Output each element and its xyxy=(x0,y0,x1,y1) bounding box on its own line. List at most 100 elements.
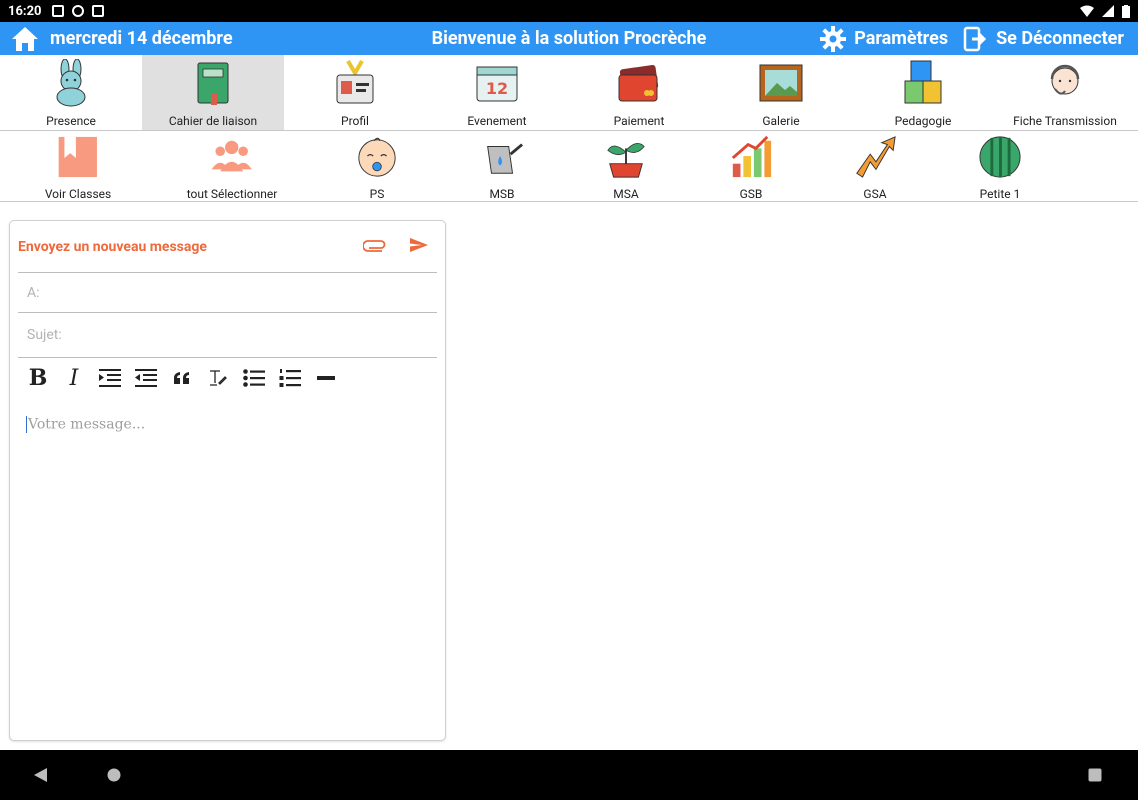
outdent-button[interactable] xyxy=(128,364,164,392)
back-icon[interactable] xyxy=(34,768,48,782)
paperclip-icon xyxy=(362,240,386,252)
settings-label: Paramètres xyxy=(854,28,949,49)
svg-text:12: 12 xyxy=(486,79,508,98)
watering-can-icon xyxy=(487,143,524,174)
blockquote-button[interactable] xyxy=(164,364,200,392)
outdent-icon xyxy=(135,369,157,387)
clear-format-icon xyxy=(210,370,227,386)
editor-toolbar: B I xyxy=(20,364,344,392)
notebook-icon xyxy=(197,62,229,105)
class-item-label: MSA xyxy=(613,187,639,201)
horizontal-rule-button[interactable] xyxy=(308,364,344,392)
nav-item-cahier-de-liaison[interactable]: Cahier de liaison xyxy=(142,55,284,130)
baby-face-icon xyxy=(358,137,396,177)
current-date: mercredi 14 décembre xyxy=(50,28,233,49)
bold-button[interactable]: B xyxy=(20,364,56,392)
italic-button[interactable]: I xyxy=(56,364,92,392)
class-item-label: Voir Classes xyxy=(44,187,112,201)
nav-item-label: Fiche Transmission xyxy=(1013,114,1117,128)
class-item-label: GSA xyxy=(863,187,887,201)
bookmark-icon xyxy=(58,136,98,178)
nav-item-evenement[interactable]: 12 Evenement xyxy=(426,55,568,130)
quote-icon xyxy=(174,372,189,384)
class-item-petite-1[interactable]: Petite 1 xyxy=(977,132,1023,201)
nav-item-label: Pedagogie xyxy=(894,114,952,128)
app-header: mercredi 14 décembre Bienvenue à la solu… xyxy=(0,22,1138,55)
battery-icon xyxy=(1122,4,1130,18)
send-button[interactable] xyxy=(409,237,429,257)
sprout-icon xyxy=(607,143,645,178)
composer-header: Envoyez un nouveau message xyxy=(18,221,437,273)
class-item-msa[interactable]: MSA xyxy=(603,132,649,201)
nav-item-label: Cahier de liaison xyxy=(168,114,258,128)
page-title: Bienvenue à la solution Procrèche xyxy=(431,28,707,49)
class-item-label: MSB xyxy=(489,187,515,201)
indent-button[interactable] xyxy=(92,364,128,392)
class-item-gsa[interactable]: GSA xyxy=(852,132,898,201)
badge-icon xyxy=(336,59,374,104)
nav-item-profil[interactable]: Profil xyxy=(284,55,426,130)
class-item-msb[interactable]: MSB xyxy=(479,132,525,201)
nav-item-label: Presence xyxy=(46,114,96,128)
class-item-tout-selectionner[interactable]: tout Sélectionner xyxy=(186,132,278,201)
baby-headset-icon xyxy=(1050,64,1080,95)
settings-button[interactable]: Paramètres xyxy=(820,25,949,52)
growth-chart-icon xyxy=(731,135,772,178)
recents-icon[interactable] xyxy=(1088,768,1102,782)
class-item-gsb[interactable]: GSB xyxy=(728,132,774,201)
class-item-label: Petite 1 xyxy=(979,187,1021,201)
class-item-label: PS xyxy=(369,187,385,201)
bullet-list-button[interactable] xyxy=(236,364,272,392)
recipient-placeholder: A: xyxy=(27,284,40,301)
home-icon xyxy=(12,26,38,51)
home-button[interactable] xyxy=(10,24,40,54)
nav-item-galerie[interactable]: Galerie xyxy=(710,55,852,130)
calendar-icon: 12 xyxy=(476,66,518,102)
logout-icon xyxy=(963,26,987,51)
class-item-voir-classes[interactable]: Voir Classes xyxy=(45,132,111,201)
card-icon xyxy=(618,64,659,102)
main-nav: Presence Cahier de liaison Profil 12 Eve… xyxy=(0,55,1138,131)
nav-item-fiche-transmission[interactable]: Fiche Transmission xyxy=(994,55,1136,130)
clear-format-button[interactable] xyxy=(200,364,236,392)
logout-label: Se Déconnecter xyxy=(996,28,1124,49)
notification-icon xyxy=(51,5,64,17)
numbered-list-button[interactable] xyxy=(272,364,308,392)
class-item-ps[interactable]: PS xyxy=(354,132,400,201)
subject-placeholder: Sujet: xyxy=(27,327,62,343)
nav-item-label: Profil xyxy=(341,114,369,128)
home-nav-icon[interactable] xyxy=(107,768,121,782)
system-nav-bar xyxy=(0,750,1138,800)
message-placeholder: Votre message... xyxy=(28,416,146,433)
group-icon xyxy=(211,140,253,172)
nav-item-paiement[interactable]: Paiement xyxy=(568,55,710,130)
logout-button[interactable]: Se Déconnecter xyxy=(962,26,1124,52)
subject-field[interactable]: Sujet: xyxy=(18,313,437,358)
class-item-label: GSB xyxy=(739,187,763,201)
numbered-list-icon xyxy=(279,369,301,387)
attach-button[interactable] xyxy=(362,237,387,256)
horizontal-rule-icon xyxy=(317,376,335,380)
sd-card-icon xyxy=(91,5,104,17)
send-icon xyxy=(410,237,428,252)
gear-icon xyxy=(820,25,847,52)
blocks-icon xyxy=(904,60,942,104)
message-body-editor[interactable]: Votre message... xyxy=(26,416,429,724)
text-caret xyxy=(26,416,27,433)
signal-icon xyxy=(1102,5,1114,17)
bold-glyph: B xyxy=(28,365,48,391)
status-bar: 16:20 xyxy=(0,0,1138,22)
recipient-field[interactable]: A: xyxy=(18,273,437,313)
nav-item-pedagogie[interactable]: Pedagogie xyxy=(852,55,994,130)
nav-item-label: Paiement xyxy=(613,114,665,128)
nav-item-label: Evenement xyxy=(467,114,527,128)
bunny-icon xyxy=(56,59,86,107)
message-composer: Envoyez un nouveau message A: Sujet: B I xyxy=(9,220,446,741)
status-time: 16:20 xyxy=(8,3,42,19)
nav-item-presence[interactable]: Presence xyxy=(0,55,142,130)
class-item-label: tout Sélectionner xyxy=(186,187,278,201)
striped-circle-icon xyxy=(979,136,1021,178)
picture-icon xyxy=(759,64,803,102)
notification-icon xyxy=(71,5,84,17)
composer-heading: Envoyez un nouveau message xyxy=(18,238,207,255)
